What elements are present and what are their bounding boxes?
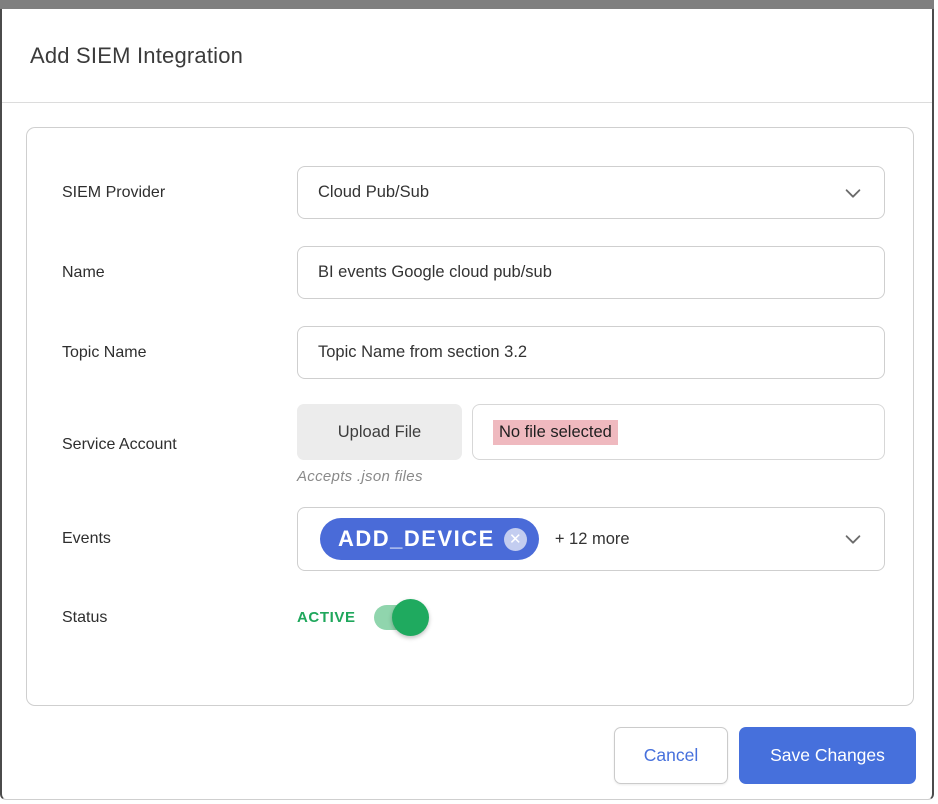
upload-file-button[interactable]: Upload File <box>297 404 462 460</box>
chevron-down-icon <box>842 182 864 204</box>
form-card: SIEM Provider Cloud Pub/Sub Name Topic N… <box>26 127 914 706</box>
siem-provider-row: SIEM Provider Cloud Pub/Sub <box>62 166 885 219</box>
name-row: Name <box>62 246 885 299</box>
events-more-text: + 12 more <box>555 530 842 549</box>
modal-title: Add SIEM Integration <box>30 43 243 69</box>
file-status-box: No file selected <box>472 404 885 460</box>
status-value-text: ACTIVE <box>297 609 356 626</box>
chip-close-icon[interactable]: ✕ <box>504 528 527 551</box>
chevron-down-icon <box>842 528 864 550</box>
service-account-label: Service Account <box>62 436 297 454</box>
file-helper-text: Accepts .json files <box>297 468 885 485</box>
events-row: Events ADD_DEVICE ✕ + 12 more <box>62 507 885 571</box>
events-select[interactable]: ADD_DEVICE ✕ + 12 more <box>297 507 885 571</box>
status-toggle[interactable] <box>374 605 422 630</box>
file-status-text: No file selected <box>493 420 618 445</box>
status-label: Status <box>62 609 297 627</box>
status-row: Status ACTIVE <box>62 605 885 630</box>
event-chip-label: ADD_DEVICE <box>338 526 495 552</box>
topic-name-label: Topic Name <box>62 344 297 362</box>
name-input[interactable] <box>297 246 885 299</box>
events-label: Events <box>62 530 297 548</box>
toggle-knob <box>392 599 429 636</box>
service-account-row: Service Account Upload File No file sele… <box>62 404 885 485</box>
topic-name-input[interactable] <box>297 326 885 379</box>
event-chip: ADD_DEVICE ✕ <box>320 518 539 560</box>
modal-window: Add SIEM Integration SIEM Provider Cloud… <box>0 9 934 800</box>
save-changes-button[interactable]: Save Changes <box>739 727 916 784</box>
cancel-button[interactable]: Cancel <box>614 727 728 784</box>
siem-provider-select[interactable]: Cloud Pub/Sub <box>297 166 885 219</box>
window-top-bar <box>0 0 934 9</box>
siem-provider-label: SIEM Provider <box>62 184 297 202</box>
topic-name-row: Topic Name <box>62 326 885 379</box>
siem-provider-value: Cloud Pub/Sub <box>318 183 429 202</box>
name-label: Name <box>62 264 297 282</box>
modal-footer: Cancel Save Changes <box>614 727 916 784</box>
modal-header: Add SIEM Integration <box>2 9 932 103</box>
